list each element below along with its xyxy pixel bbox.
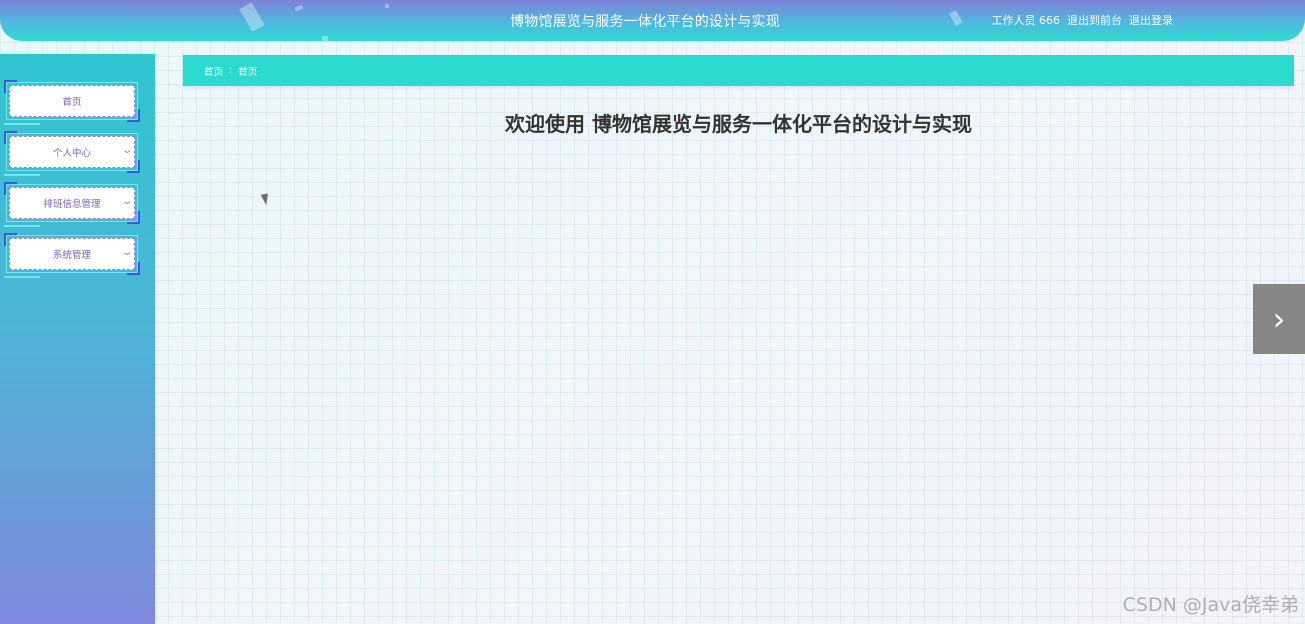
sidebar-item-system-management[interactable]: 系统管理 ⌄ <box>4 233 140 278</box>
breadcrumb: 首页 ː 首页 <box>183 55 1294 86</box>
back-to-front-link[interactable]: 退出到前台 <box>1067 12 1122 28</box>
sidebar-item-home[interactable]: 首页 <box>4 80 140 125</box>
user-label: 工作人员 666 <box>991 14 1061 27</box>
watermark: CSDN @Java侥幸弟 <box>1122 594 1299 616</box>
chevron-down-icon: ⌄ <box>120 247 133 258</box>
chevron-down-icon: ⌄ <box>120 196 133 207</box>
sidebar-item-schedule-management[interactable]: 排班信息管理 ⌄ <box>4 182 140 227</box>
breadcrumb-root[interactable]: 首页 <box>204 64 223 78</box>
mouse-cursor-icon <box>258 193 269 207</box>
sidebar-item-personal-center[interactable]: 个人中心 ⌄ <box>4 131 140 176</box>
logout-link[interactable]: 退出登录 <box>1129 12 1173 28</box>
sidebar-item-label: 首页 <box>9 85 135 117</box>
next-arrow-button[interactable]: › <box>1253 284 1305 354</box>
sidebar-item-label: 系统管理 <box>9 238 135 270</box>
menu-underline <box>4 225 40 227</box>
breadcrumb-separator: ː <box>229 65 233 76</box>
chevron-down-icon: ⌄ <box>120 145 133 156</box>
chevron-right-icon: › <box>1272 300 1286 338</box>
header-decoration <box>385 4 389 8</box>
sidebar: 首页 个人中心 ⌄ 排班信息管理 ⌄ 系统管理 ⌄ <box>0 54 155 624</box>
sidebar-item-label: 个人中心 <box>9 136 135 168</box>
menu-underline <box>4 123 40 125</box>
menu-underline <box>4 276 40 278</box>
breadcrumb-current: 首页 <box>238 66 258 78</box>
sidebar-item-label: 排班信息管理 <box>9 187 135 219</box>
header-actions: 工作人员 666 退出到前台 退出登录 <box>992 12 1174 28</box>
header-decoration <box>322 36 328 41</box>
top-header: 博物馆展览与服务一体化平台的设计与实现 工作人员 666 退出到前台 退出登录 <box>0 0 1305 41</box>
menu-underline <box>4 174 40 176</box>
welcome-heading: 欢迎使用 博物馆展览与服务一体化平台的设计与实现 <box>505 112 972 136</box>
